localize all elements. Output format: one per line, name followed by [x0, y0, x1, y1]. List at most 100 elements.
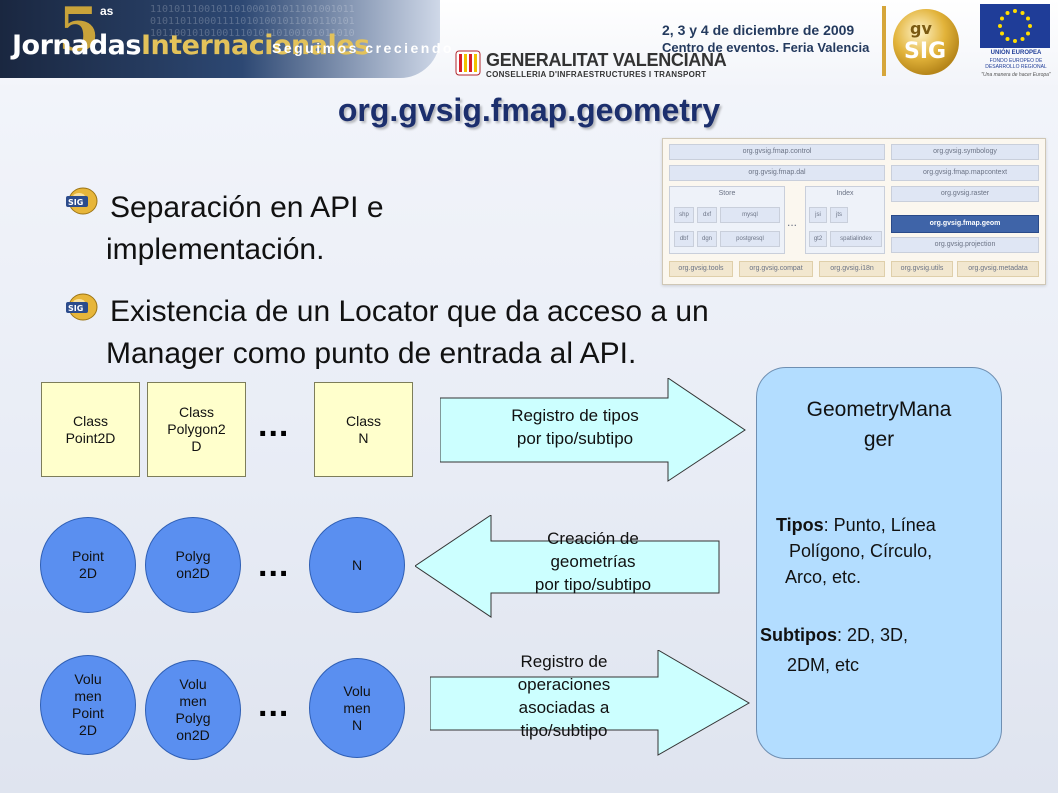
label-line: Class	[72, 412, 108, 429]
label-line: Point	[72, 548, 104, 564]
label-line: Volu	[343, 682, 371, 699]
label-line: on2D	[176, 727, 210, 743]
label-line: asociadas a	[518, 698, 610, 717]
class-point2d-box: Class Point2D	[41, 382, 140, 477]
register-operations-label: Registro de operaciones asociadas a tipo/su…	[464, 650, 664, 742]
arch-dal: org.gvsig.fmap.dal	[669, 165, 885, 181]
label-line: N	[358, 429, 369, 446]
label-line: Class	[345, 412, 381, 429]
label-line: ger	[863, 428, 895, 451]
label-line: 2D	[79, 722, 97, 738]
arch-compat: org.gvsig.compat	[739, 261, 813, 277]
bullet-1-line-1: Separación en API e	[110, 191, 384, 224]
event-place: Centro de eventos. Feria Valencia	[662, 40, 870, 55]
arch-dbf: dbf	[674, 231, 694, 247]
generalitat-emblem-icon	[455, 50, 481, 76]
arch-index-label: Index	[836, 190, 854, 197]
geometry-ellipsis: ...	[258, 546, 290, 584]
arch-gt2: gt2	[809, 231, 827, 247]
label-line: por tipo/subtipo	[516, 429, 634, 448]
manager-types-line-1: Tipos: Punto, Línea	[776, 512, 936, 538]
label-line: Volu	[74, 671, 102, 687]
create-geometries-label: Creación de geometrías por tipo/subtipo	[478, 527, 708, 596]
label-line: Class	[178, 404, 214, 420]
logo-title-a: Jornadas	[12, 30, 141, 61]
arch-symbology: org.gvsig.symbology	[891, 144, 1039, 160]
svg-text:SIG: SIG	[68, 304, 83, 313]
arch-i18n: org.gvsig.i18n	[819, 261, 885, 277]
arch-jts: jts	[830, 207, 848, 223]
label-line: por tipo/subtipo	[534, 575, 652, 594]
bullet-2-line-1: Existencia de un Locator que da acceso a…	[110, 295, 709, 328]
label-line: Volu	[179, 676, 207, 692]
event-date: 2, 3 y 4 de diciembre de 2009	[662, 22, 855, 38]
types-label: Tipos	[776, 515, 824, 535]
arch-mapcontext: org.gvsig.fmap.mapcontext	[891, 165, 1039, 181]
bullet-2-line-2: Manager como punto de entrada al API.	[106, 337, 637, 370]
arch-dxf: dxf	[697, 207, 717, 223]
arch-utils: org.gvsig.utils	[891, 261, 953, 277]
label-line: Point2D	[65, 429, 116, 446]
geometry-manager-title: GeometryMana ger	[756, 395, 1002, 455]
label-line: Polyg	[175, 710, 211, 726]
architecture-diagram: org.gvsig.fmap.control org.gvsig.symbolo…	[662, 138, 1046, 285]
logo-slogan: Seguimos creciendo	[272, 40, 454, 56]
label-line: operaciones	[517, 675, 611, 694]
sig-bullet-icon: SIG	[66, 293, 98, 321]
arch-jsi: jsi	[809, 207, 827, 223]
label-line: men	[74, 688, 102, 704]
n-circle: N	[309, 517, 405, 613]
eu-motto: "Una manera de hacer Europa"	[981, 72, 1051, 78]
manager-types-line-2: Polígono, Círculo,	[789, 541, 933, 561]
subtypes-rest: : 2D, 3D,	[837, 625, 909, 645]
polygon2d-circle: Polyg on2D	[145, 517, 241, 613]
label-line: tipo/subtipo	[520, 721, 608, 740]
manager-subtypes-line-1: Subtipos: 2D, 3D,	[760, 622, 908, 648]
svg-text:SIG: SIG	[904, 39, 946, 64]
label-line: N	[351, 716, 363, 733]
register-types-label: Registro de tipos por tipo/subtipo	[470, 404, 680, 450]
arch-raster: org.gvsig.raster	[891, 186, 1039, 202]
volume-polygon2d-circle: Volu men Polyg on2D	[145, 660, 241, 760]
manager-types-line-3: Arco, etc.	[785, 567, 862, 587]
volume-point2d-circle: Volu men Point 2D	[40, 655, 136, 755]
class-ellipsis: ...	[258, 406, 290, 444]
arch-ellipsis: ...	[787, 215, 798, 229]
volume-ellipsis: ...	[258, 686, 290, 724]
class-n-box: Class N	[314, 382, 413, 477]
types-rest: : Punto, Línea	[823, 515, 936, 535]
arch-tools: org.gvsig.tools	[669, 261, 733, 277]
label-line: geometrías	[550, 552, 636, 571]
label-line: Registro de	[520, 652, 608, 671]
manager-subtypes-line-2: 2DM, etc	[787, 655, 860, 675]
label-line: men	[179, 693, 207, 709]
arch-store-label: Store	[718, 190, 736, 197]
arch-control: org.gvsig.fmap.control	[669, 144, 885, 160]
label-line: Registro de tipos	[511, 406, 639, 425]
label-line: Polyg	[175, 548, 211, 564]
arch-metadata: org.gvsig.metadata	[957, 261, 1039, 277]
label-line: Polygon2	[167, 421, 226, 437]
sig-bullet-icon: SIG	[66, 187, 98, 215]
label-line: N	[351, 556, 363, 573]
label-line: Point	[72, 705, 104, 721]
label-line: men	[343, 699, 371, 716]
bullet-1-line-2: implementación.	[106, 233, 325, 266]
label-line: 2D	[79, 565, 97, 581]
point2d-circle: Point 2D	[40, 517, 136, 613]
arch-postgresql: postgresql	[720, 231, 780, 247]
label-line: Creación de	[547, 529, 639, 548]
slide-title: org.gvsig.fmap.geometry	[337, 92, 721, 128]
logo-superscript: as	[100, 4, 114, 18]
arch-spatialindex: spatialindex	[830, 231, 882, 247]
gvsig-logo-icon: gv SIG	[882, 6, 959, 76]
arch-mysql: mysql	[720, 207, 780, 223]
subtypes-label: Subtipos	[760, 625, 837, 645]
svg-text:SIG: SIG	[68, 198, 83, 207]
eu-name: UNIÓN EUROPEA	[990, 50, 1042, 56]
arch-shp: shp	[674, 207, 694, 223]
sponsor-department: CONSELLERIA D'INFRAESTRUCTURES I TRANSPO…	[486, 70, 707, 79]
eu-fund: FONDO EUROPEO DE DESARROLLO REGIONAL	[985, 58, 1047, 70]
svg-text:gv: gv	[910, 19, 932, 38]
label-line: D	[191, 438, 202, 454]
